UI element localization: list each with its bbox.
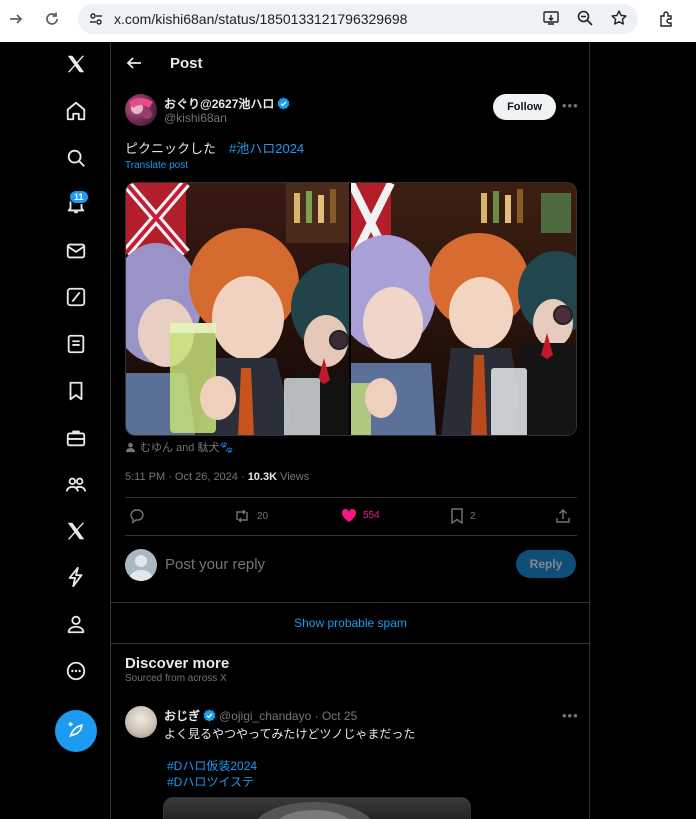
author-handle[interactable]: @kishi68an (164, 111, 227, 125)
discover-hashtag-link[interactable]: #Dハロツイステ (167, 773, 254, 790)
views-label: Views (277, 471, 310, 483)
divider (125, 535, 577, 536)
verified-orgs-icon[interactable] (64, 565, 88, 589)
post-timestamp[interactable]: 5:11 PM · Oct 26, 2024 · (125, 471, 248, 483)
lists-icon[interactable] (64, 332, 88, 356)
tagged-users-text[interactable]: むゆん and 駄犬🐾 (140, 439, 233, 455)
like-action[interactable]: 554 (341, 508, 380, 523)
post-photo-1[interactable] (126, 183, 351, 435)
x-logo-icon[interactable] (64, 52, 88, 76)
compose-button[interactable] (55, 710, 97, 752)
repost-action[interactable]: 20 (233, 508, 268, 524)
tagged-users[interactable]: むゆん and 駄犬🐾 (125, 439, 233, 455)
share-icon (556, 509, 570, 523)
more-options-icon[interactable]: ••• (562, 98, 579, 113)
author-avatar[interactable] (125, 94, 157, 126)
discover-subtitle: Sourced from across X (125, 673, 227, 684)
discover-post-media[interactable] (163, 797, 471, 819)
user-avatar[interactable] (125, 549, 157, 581)
post-body-text: ピクニックした (125, 141, 230, 156)
more-icon[interactable] (64, 659, 88, 683)
like-count: 554 (363, 510, 380, 521)
author-name[interactable]: おぐり@2627池ハロ (164, 95, 274, 112)
divider (111, 643, 590, 644)
grok-icon[interactable] (64, 285, 88, 309)
reply-button[interactable]: Reply (516, 550, 576, 578)
repost-icon (236, 509, 248, 523)
messages-icon[interactable] (64, 239, 88, 263)
follow-button[interactable]: Follow (493, 94, 556, 120)
sidebar-nav: 11 (0, 42, 111, 819)
browser-toolbar: x.com/kishi68an/status/18501331217963296… (0, 0, 696, 42)
show-spam-link[interactable]: Show probable spam (111, 616, 590, 630)
profile-icon[interactable] (64, 612, 88, 636)
communities-icon[interactable] (64, 473, 88, 497)
heart-icon (341, 508, 357, 522)
reload-icon[interactable] (38, 5, 66, 33)
post-meta: 5:11 PM · Oct 26, 2024 · 10.3K Views (125, 471, 309, 483)
zoom-icon[interactable] (576, 9, 594, 27)
address-bar[interactable]: x.com/kishi68an/status/18501331217963296… (78, 4, 638, 34)
discover-post-text: よく見るやつやってみたけどツノじゃまだった (164, 727, 416, 741)
home-icon[interactable] (64, 99, 88, 123)
bookmarks-icon[interactable] (64, 379, 88, 403)
forward-icon[interactable] (2, 5, 30, 33)
post-photo-2[interactable] (351, 183, 576, 435)
share-action[interactable] (555, 508, 571, 524)
translate-post-link[interactable]: Translate post (125, 160, 188, 171)
url-text[interactable]: x.com/kishi68an/status/18501331217963296… (114, 11, 407, 27)
verified-badge-icon (277, 97, 290, 110)
more-options-icon[interactable]: ••• (562, 708, 579, 723)
bookmark-count: 2 (470, 510, 476, 522)
discover-author-meta[interactable]: @ojigi_chandayo · Oct 25 (219, 709, 357, 723)
discover-author-name[interactable]: おじぎ (164, 707, 200, 724)
jobs-icon[interactable] (64, 426, 88, 450)
reply-action[interactable] (129, 508, 145, 524)
discover-title: Discover more (125, 655, 230, 672)
page-title: Post (170, 55, 203, 72)
views-count: 10.3K (247, 471, 278, 483)
post-column: Post おぐり@2627池ハロ @kishi68an Follow ••• ピ… (111, 42, 590, 819)
discover-post-header: おじぎ @ojigi_chandayo · Oct 25 (164, 707, 357, 724)
install-app-icon[interactable] (542, 9, 560, 27)
site-settings-icon[interactable] (88, 11, 104, 27)
bookmark-icon (451, 508, 463, 524)
repost-count: 20 (257, 510, 269, 522)
divider (125, 497, 577, 498)
post-media[interactable] (125, 182, 577, 436)
notification-badge: 11 (69, 190, 89, 204)
person-icon (125, 442, 136, 452)
post-actions: 20 554 2 (125, 504, 577, 530)
reply-input[interactable]: Post your reply (165, 556, 265, 573)
compose-icon (68, 722, 83, 738)
author-name-row[interactable]: おぐり@2627池ハロ (164, 95, 290, 112)
explore-icon[interactable] (64, 146, 88, 170)
post-hashtag-link[interactable]: #池ハロ2024 (229, 141, 304, 156)
verified-badge-icon (203, 709, 216, 722)
divider (111, 602, 590, 603)
post-header: Post (111, 42, 590, 86)
bookmark-action[interactable]: 2 (450, 508, 476, 524)
post-text: ピクニックした #池ハロ2024 (125, 138, 304, 157)
discover-author-avatar[interactable] (125, 706, 157, 738)
bookmark-star-icon[interactable] (610, 9, 628, 27)
extensions-icon[interactable] (658, 10, 676, 28)
premium-icon[interactable] (64, 519, 88, 543)
back-arrow-icon[interactable] (125, 54, 143, 72)
reply-icon (130, 509, 144, 524)
discover-hashtag-link[interactable]: #Dハロ仮装2024 (167, 757, 257, 774)
